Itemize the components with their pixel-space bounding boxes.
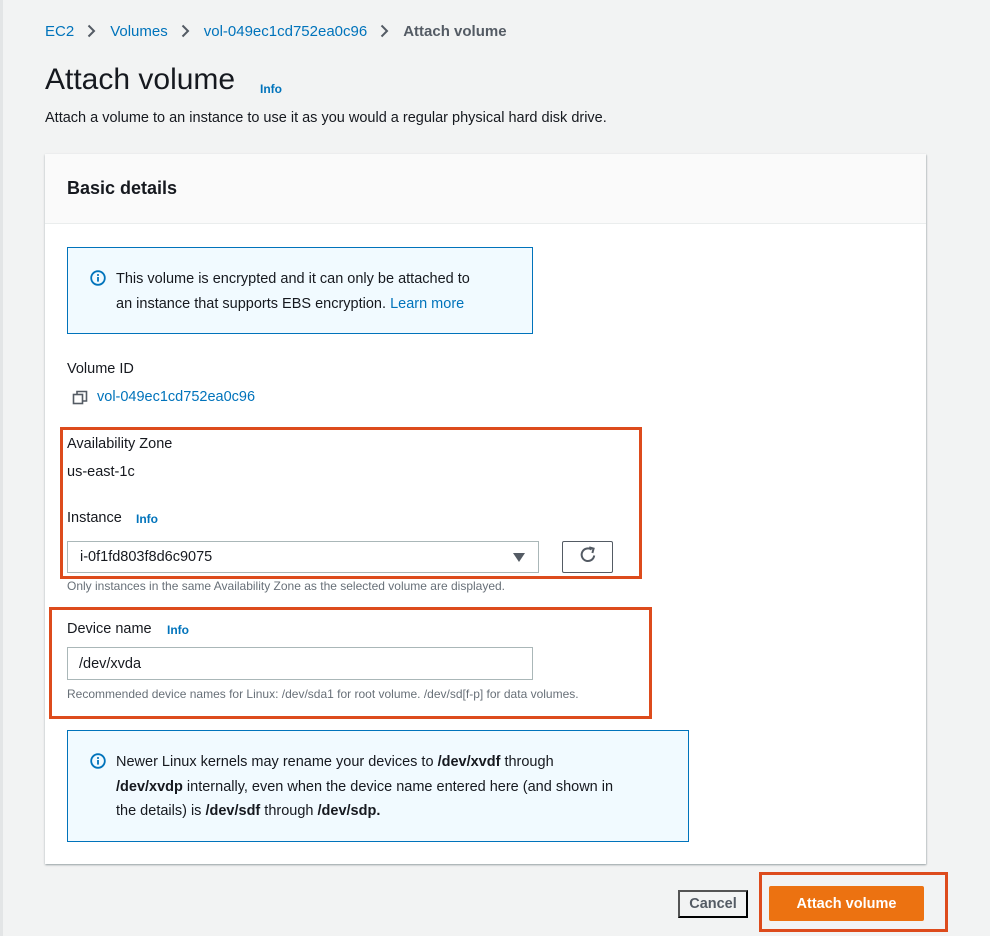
alert-text-part: through (500, 754, 554, 770)
device-name-hint: Recommended device names for Linux: /dev… (67, 687, 579, 701)
alert-device-path: /dev/xvdf (437, 754, 501, 770)
volume-id-label: Volume ID (67, 361, 134, 377)
volume-id-link[interactable]: vol-049ec1cd752ea0c96 (97, 389, 255, 405)
copy-icon[interactable] (72, 390, 88, 406)
chevron-right-icon (87, 24, 96, 38)
left-edge-divider (0, 0, 3, 936)
breadcrumb-ec2[interactable]: EC2 (45, 23, 74, 40)
kernel-rename-alert: Newer Linux kernels may rename your devi… (67, 730, 689, 842)
alert-device-path: /dev/sdp. (317, 803, 381, 819)
panel-title: Basic details (67, 178, 178, 198)
device-name-info-link[interactable]: Info (167, 623, 189, 637)
alert-line: Newer Linux kernels may rename your devi… (116, 750, 613, 775)
chevron-right-icon (181, 24, 190, 38)
alert-device-path: /dev/sdf (205, 803, 261, 819)
instance-hint: Only instances in the same Availability … (67, 579, 506, 593)
refresh-icon (578, 545, 598, 570)
alert-line: This volume is encrypted and it can only… (116, 271, 470, 287)
info-circle-icon (90, 753, 106, 769)
instance-info-link[interactable]: Info (136, 512, 158, 526)
breadcrumb: EC2 Volumes vol-049ec1cd752ea0c96 Attach… (45, 20, 507, 42)
page-description: Attach a volume to an instance to use it… (45, 110, 607, 126)
alert-line: an instance that supports EBS encryption… (116, 292, 470, 317)
alert-text-part: through (260, 803, 318, 819)
learn-more-link[interactable]: Learn more (390, 296, 464, 312)
info-circle-icon (90, 270, 106, 286)
alert-text-part: the details) is (116, 803, 206, 819)
breadcrumb-volume-id[interactable]: vol-049ec1cd752ea0c96 (204, 23, 367, 40)
attach-volume-button[interactable]: Attach volume (769, 886, 924, 921)
alert-device-path: /dev/xvdp (116, 778, 183, 795)
alert-text-part: internally, even when the device name en… (182, 778, 614, 795)
kernel-alert-text: Newer Linux kernels may rename your devi… (116, 750, 613, 824)
title-info-link[interactable]: Info (260, 82, 282, 96)
caret-down-icon (513, 553, 525, 562)
encryption-alert-text: This volume is encrypted and it can only… (116, 267, 470, 316)
availability-zone-label: Availability Zone (67, 436, 173, 452)
breadcrumb-volumes[interactable]: Volumes (110, 23, 168, 40)
chevron-right-icon (380, 24, 389, 38)
page-title: Attach volume (45, 63, 236, 96)
alert-text-part: Newer Linux kernels may rename your devi… (116, 754, 438, 770)
breadcrumb-current: Attach volume (403, 22, 507, 40)
device-name-input[interactable] (67, 647, 533, 680)
cancel-button[interactable]: Cancel (678, 890, 748, 918)
instance-label: Instance (67, 510, 122, 526)
device-name-label: Device name (67, 621, 152, 637)
panel-header: Basic details (45, 154, 926, 224)
instance-select[interactable]: i-0f1fd803f8d6c9075 (67, 541, 539, 573)
refresh-instances-button[interactable] (562, 541, 613, 573)
instance-select-value: i-0f1fd803f8d6c9075 (80, 549, 213, 565)
alert-line-text: an instance that supports EBS encryption… (116, 295, 387, 312)
encryption-alert: This volume is encrypted and it can only… (67, 247, 533, 334)
alert-line: the details) is /dev/sdf through /dev/sd… (116, 799, 613, 824)
availability-zone-value: us-east-1c (67, 464, 135, 480)
alert-line: /dev/xvdp internally, even when the devi… (116, 775, 613, 800)
